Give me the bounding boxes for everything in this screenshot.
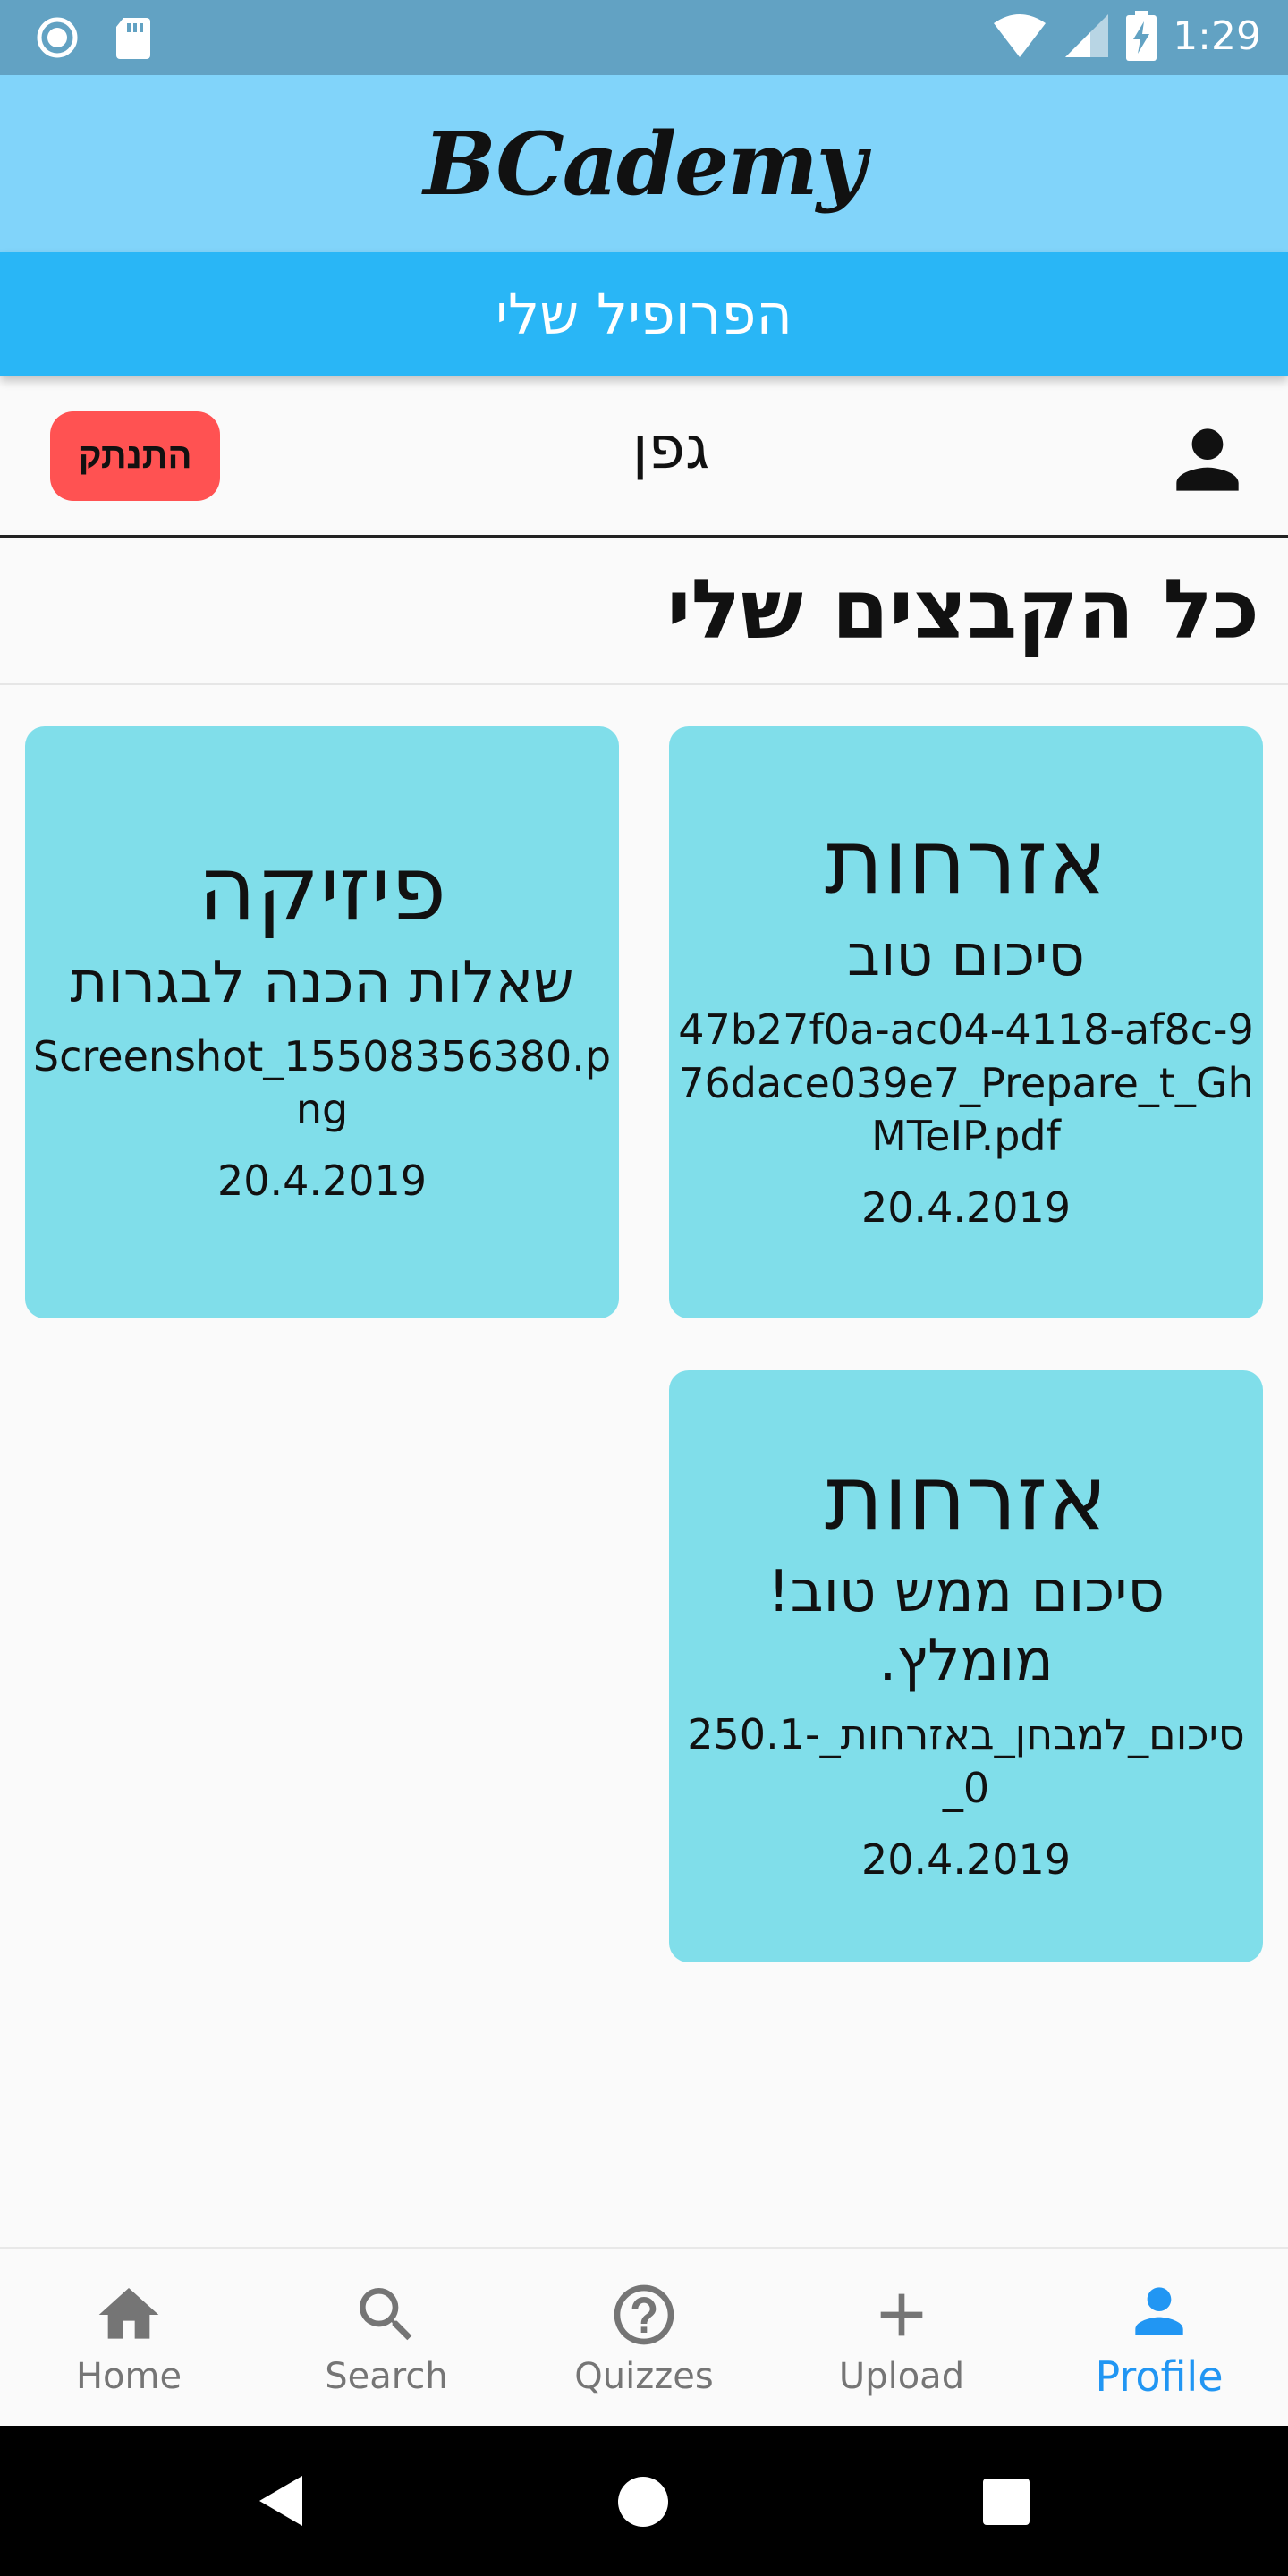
card-description: שאלות הכנה לבגרות [70, 949, 574, 1016]
help-circle-icon [614, 2284, 674, 2345]
nav-quizzes-label: Quizzes [574, 2356, 714, 2397]
nav-search-label: Search [325, 2356, 448, 2397]
card-subject: אזרחות [824, 809, 1108, 914]
app-logo-title: BCademy [423, 113, 866, 215]
home-circle-icon[interactable] [617, 2476, 669, 2528]
card-description: סיכום טוב [847, 922, 1085, 989]
page-header: הפרופיל שלי [0, 252, 1288, 376]
file-card[interactable]: אזרחות סיכום ממש טוב! מומלץ. סיכום_למבחן… [669, 1370, 1263, 1962]
logout-button[interactable]: התנתק [50, 411, 220, 501]
status-left [36, 16, 152, 59]
page-title: הפרופיל שלי [496, 281, 792, 347]
card-filename: סיכום_למבחן_באזרחות_-250.10_ [687, 1710, 1245, 1812]
user-avatar-icon [1176, 428, 1239, 491]
wifi-icon [994, 14, 1046, 57]
profile-row: התנתק גפן [0, 376, 1288, 538]
nav-upload[interactable]: Upload [773, 2249, 1030, 2428]
status-time: 1:29 [1173, 13, 1261, 59]
card-date: 20.4.2019 [860, 1183, 1072, 1233]
username: גפן [631, 413, 710, 482]
battery-charging-icon [1126, 11, 1157, 61]
recents-icon[interactable] [982, 2478, 1030, 2526]
record-icon [37, 17, 78, 58]
card-subject: אזרחות [824, 1445, 1108, 1551]
nav-quizzes[interactable]: Quizzes [515, 2249, 773, 2428]
plus-icon [880, 2293, 923, 2336]
search-icon [360, 2288, 412, 2341]
app-bar: BCademy [0, 75, 1288, 252]
card-date: 20.4.2019 [216, 1157, 428, 1206]
status-bar: 1:29 [0, 0, 1288, 75]
status-right: 1:29 [992, 11, 1261, 61]
card-filename: Screenshot_15508356380.png [32, 1031, 612, 1134]
bottom-navigation: Home Search Quizzes Upload Profile [0, 2247, 1288, 2426]
card-subject: פיזיקה [197, 835, 447, 941]
system-navigation-bar [0, 2426, 1288, 2576]
card-date: 20.4.2019 [860, 1835, 1072, 1884]
person-icon [1135, 2287, 1183, 2335]
nav-home[interactable]: Home [0, 2249, 258, 2428]
nav-upload-label: Upload [838, 2356, 965, 2397]
nav-home-label: Home [75, 2356, 182, 2397]
back-icon[interactable] [256, 2472, 306, 2529]
nav-search[interactable]: Search [258, 2249, 515, 2428]
section-divider [0, 683, 1288, 685]
sd-card-icon [116, 18, 150, 59]
card-description: סיכום ממש טוב! מומלץ. [767, 1559, 1165, 1695]
nav-profile[interactable]: Profile [1030, 2249, 1288, 2428]
file-card[interactable]: פיזיקה שאלות הכנה לבגרות Screenshot_1550… [25, 726, 619, 1318]
nav-profile-label: Profile [1095, 2352, 1224, 2401]
home-icon [98, 2288, 159, 2339]
file-card[interactable]: אזרחות סיכום טוב 47b27f0a-ac04-4118-af8c… [669, 726, 1263, 1318]
section-title: כל הקבצים שלי [666, 562, 1259, 657]
card-filename: 47b27f0a-ac04-4118-af8c-976dace039e7_Pre… [678, 1004, 1254, 1161]
signal-icon [1065, 14, 1109, 57]
